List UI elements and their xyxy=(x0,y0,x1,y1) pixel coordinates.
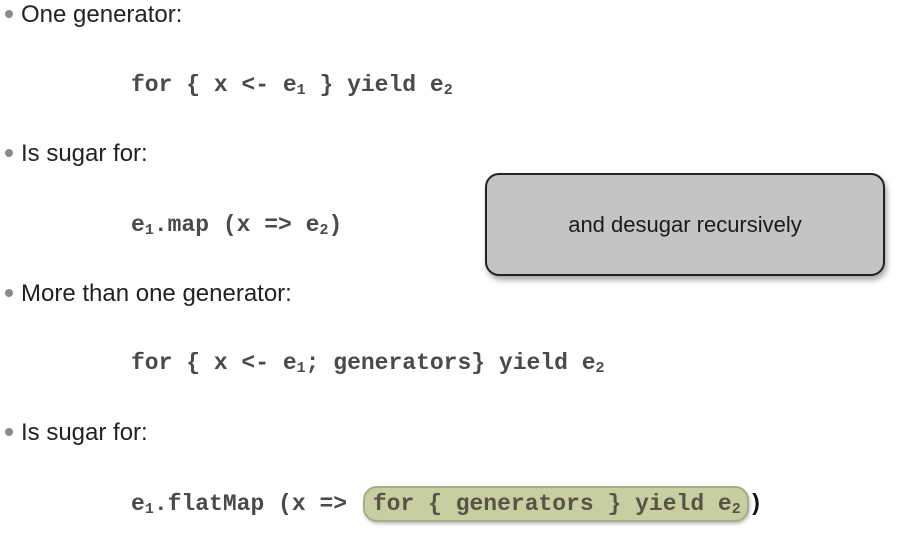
bullet-text: More than one generator: xyxy=(21,280,292,307)
bullet-text: One generator: xyxy=(21,1,183,28)
code-subscript: 1 xyxy=(296,82,306,99)
bullet-dot-icon xyxy=(5,289,13,298)
bullet-more-than-one-generator: More than one generator: xyxy=(0,279,292,309)
code-segment: e xyxy=(131,491,145,517)
callout-box: and desugar recursively xyxy=(485,173,885,276)
code-subscript: 2 xyxy=(595,360,605,377)
code-for-one-generator: for { x <- e1 } yield e2 xyxy=(131,70,453,100)
bullet-text: Is sugar for: xyxy=(21,419,148,446)
code-segment: for { generators } yield e xyxy=(372,491,732,517)
code-segment: } yield e xyxy=(305,72,444,98)
bullet-is-sugar-for-2: Is sugar for: xyxy=(0,418,148,448)
callout-text: and desugar recursively xyxy=(568,211,802,237)
code-subscript: 1 xyxy=(144,501,154,518)
code-subscript: 1 xyxy=(144,222,154,239)
code-segment: e xyxy=(131,212,145,238)
code-subscript: 2 xyxy=(443,82,453,99)
bullet-dot-icon xyxy=(5,149,13,158)
code-segment: for { x <- e xyxy=(131,72,297,98)
code-segment: ; generators} yield e xyxy=(305,350,596,376)
bullet-text: Is sugar for: xyxy=(21,140,148,167)
bullet-is-sugar-for: Is sugar for: xyxy=(0,139,148,169)
code-map-desugar: e1.map (x => e2) xyxy=(131,210,342,240)
bullet-dot-icon xyxy=(5,428,13,437)
bullet-one-generator: One generator: xyxy=(0,0,182,30)
code-subscript: 2 xyxy=(731,501,741,518)
code-flatmap-desugar: e1.flatMap (x => for { generators } yiel… xyxy=(131,486,763,522)
code-segment: for { x <- e xyxy=(131,350,297,376)
code-segment: ) xyxy=(748,491,763,517)
highlighted-recursive-expression: for { generators } yield e2 xyxy=(362,486,749,522)
code-subscript: 1 xyxy=(296,360,306,377)
code-segment: ) xyxy=(328,212,343,238)
code-segment: .flatMap (x => xyxy=(153,491,361,517)
bullet-dot-icon xyxy=(5,10,13,19)
code-segment: .map (x => e xyxy=(153,212,320,238)
code-for-multiple-generators: for { x <- e1; generators} yield e2 xyxy=(131,348,605,378)
